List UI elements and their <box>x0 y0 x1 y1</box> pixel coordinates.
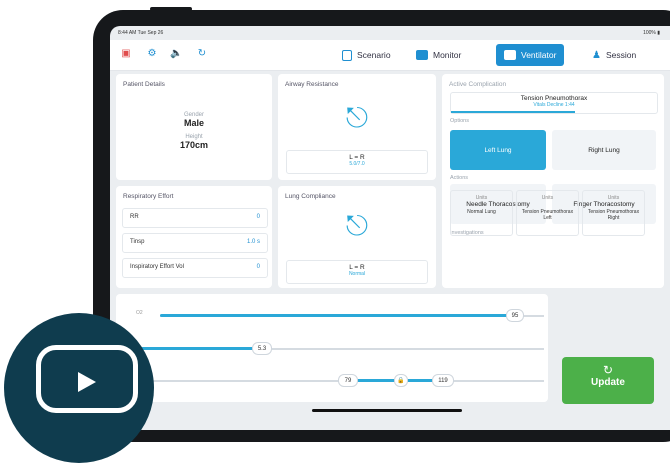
update-button[interactable]: ↻ Update <box>562 357 654 404</box>
scenario-icon <box>342 49 352 61</box>
compliance-sub: Normal <box>348 271 366 277</box>
slider-o2-label: O2 <box>136 310 143 316</box>
respiratory-effort-title: Respiratory Effort <box>123 193 174 200</box>
tab-session[interactable]: ♟ Session <box>592 44 636 66</box>
height-value: 170cm <box>179 140 209 150</box>
ventilator-icon <box>504 50 516 60</box>
option-left-lung[interactable]: Left Lung <box>450 130 546 170</box>
home-indicator <box>312 409 462 412</box>
airway-sub: 5.0/7.0 <box>349 161 365 167</box>
airway-resistance-title: Airway Resistance <box>285 81 339 88</box>
complication-progress <box>451 111 575 113</box>
option-right-lung[interactable]: Right Lung <box>552 130 656 170</box>
slider-2-knob[interactable]: 5.3 <box>252 342 272 355</box>
respiratory-effort-card: Respiratory Effort RR 0 Tinsp 1.0 s Insp… <box>116 186 272 288</box>
lung-compliance-card[interactable]: Lung Compliance ⎋ L = R Normal <box>278 186 436 288</box>
slider-o2-knob[interactable]: 95 <box>506 309 524 322</box>
exit-icon[interactable]: ▣ <box>120 48 132 60</box>
gender-value: Male <box>183 118 204 128</box>
play-triangle-icon <box>78 372 96 392</box>
effort-row-inspiratory-vol[interactable]: Inspiratory Effort Vol 0 <box>122 258 268 278</box>
investigation-normal-lung[interactable]: Units Normal Lung <box>450 190 513 236</box>
lock-icon[interactable]: 🔒 <box>394 374 408 387</box>
investigation-tension-left[interactable]: Units Tension Pneumothorax Left <box>516 190 579 236</box>
complication-name: Tension Pneumothorax <box>520 95 588 102</box>
tab-monitor[interactable]: Monitor <box>416 44 461 66</box>
slider-2-fill <box>136 347 256 350</box>
tablet-top-button <box>150 7 192 11</box>
compliance-value: L = R <box>349 264 365 271</box>
effort-row-rr[interactable]: RR 0 <box>122 208 268 228</box>
slider-range-high-knob[interactable]: 119 <box>432 374 454 387</box>
airway-value: L = R <box>349 154 365 161</box>
airway-resistance-card[interactable]: Airway Resistance ⎋ L = R 5.0/7.0 <box>278 74 436 180</box>
options-label: Options <box>450 118 469 124</box>
status-battery: 100% ▮ <box>643 30 660 36</box>
slider-range-low-knob[interactable]: 79 <box>338 374 358 387</box>
lung-compliance-title: Lung Compliance <box>285 193 336 200</box>
lungs-icon: ⎋ <box>345 102 369 133</box>
tab-scenario[interactable]: Scenario <box>342 44 391 66</box>
investigation-tension-right[interactable]: Units Tension Pneumothorax Right <box>582 190 645 236</box>
effort-row-tinsp[interactable]: Tinsp 1.0 s <box>122 233 268 253</box>
refresh-icon-update: ↻ <box>602 363 614 377</box>
volume-icon[interactable]: 🔈 <box>170 48 182 60</box>
airway-value-box: L = R 5.0/7.0 <box>286 150 428 174</box>
app-screen: 8:44 AM Tue Sep 26 100% ▮ ▣ ⚙ 🔈 ↻ Scenar… <box>110 26 670 430</box>
top-toolbar: ▣ ⚙ 🔈 ↻ Scenario Monitor Ventilator ♟ Se… <box>110 40 670 71</box>
actions-label: Actions <box>450 175 469 181</box>
compliance-value-box: L = R Normal <box>286 260 428 284</box>
complication-sub: Vitals Decline 1:44 <box>533 102 575 108</box>
status-time: 8:44 AM Tue Sep 26 <box>118 30 164 36</box>
monitor-icon <box>416 50 428 60</box>
session-icon: ♟ <box>592 49 601 61</box>
slider-o2-fill <box>160 314 508 317</box>
patient-details-title: Patient Details <box>123 81 165 88</box>
lungs-outline-icon: ⎋ <box>345 210 369 241</box>
refresh-icon[interactable]: ↻ <box>196 48 208 60</box>
active-complication-card: Active Complication Tension Pneumothorax… <box>442 74 664 288</box>
tab-ventilator[interactable]: Ventilator <box>496 44 565 66</box>
active-complication-title: Active Complication <box>449 81 507 88</box>
patient-details-card: Patient Details Gender Male Height 170cm <box>116 74 272 180</box>
complication-box: Tension Pneumothorax Vitals Decline 1:44 <box>450 92 658 114</box>
ventilator-sliders-panel: O2 95 5.3 79 🔒 119 <box>116 294 548 402</box>
settings-icon[interactable]: ⚙ <box>146 48 158 60</box>
